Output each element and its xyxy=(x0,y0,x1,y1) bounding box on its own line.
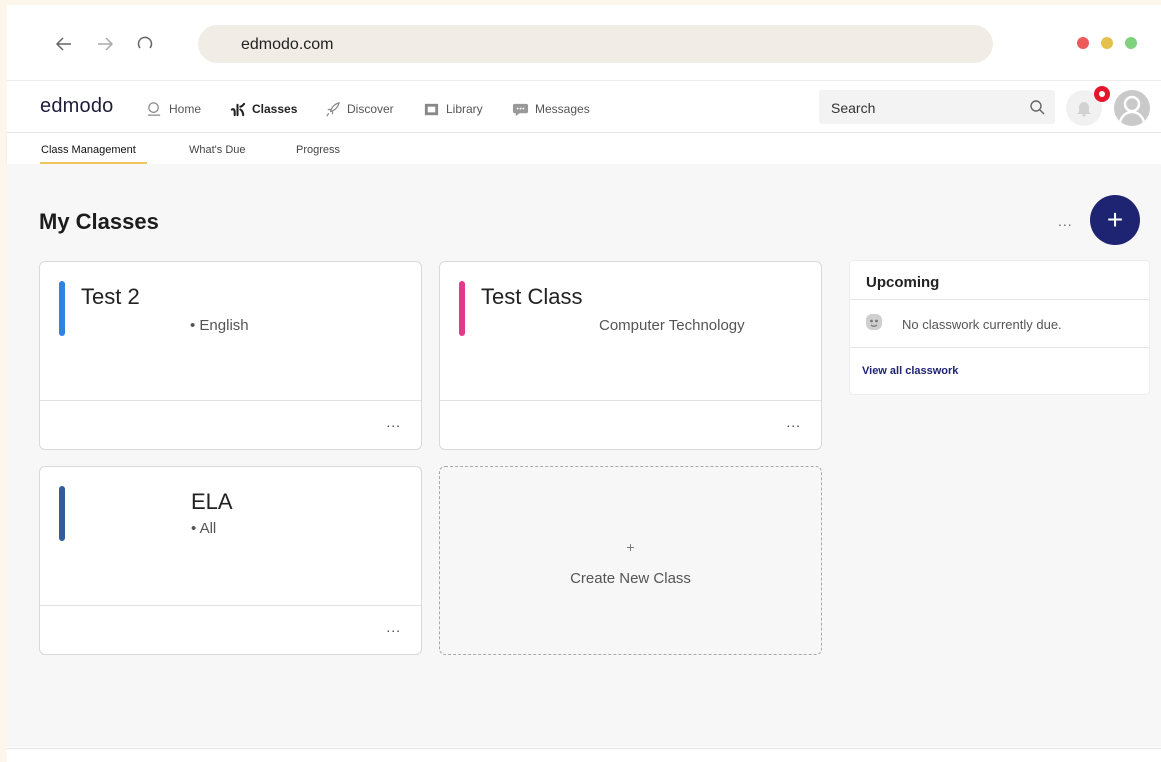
classes-icon xyxy=(230,102,246,116)
maximize-window-dot[interactable] xyxy=(1125,37,1137,49)
reload-icon xyxy=(137,36,153,49)
more-options-button[interactable]: ... xyxy=(1058,213,1073,229)
nav-discover-label: Discover xyxy=(347,102,394,116)
class-subject: • All xyxy=(191,520,217,537)
forward-button[interactable] xyxy=(92,31,118,57)
panel-divider xyxy=(850,347,1149,348)
messages-icon xyxy=(512,103,529,116)
avatar[interactable] xyxy=(1114,90,1150,126)
back-button[interactable] xyxy=(51,31,77,57)
arrow-right-icon xyxy=(98,37,114,51)
browser-window: edmodo.com edmodo Home Classes Discover … xyxy=(7,5,1161,762)
arrow-left-icon xyxy=(55,37,71,51)
nav-home-label: Home xyxy=(169,102,202,116)
class-name[interactable]: Test 2 xyxy=(81,284,140,310)
browser-toolbar: edmodo.com xyxy=(7,5,1161,81)
class-name[interactable]: Test Class xyxy=(481,284,582,310)
card-divider xyxy=(40,605,421,606)
search-placeholder: Search xyxy=(831,100,876,116)
class-options-button[interactable]: ... xyxy=(786,414,801,430)
rocket-icon xyxy=(326,101,340,116)
bell-icon xyxy=(1077,102,1091,117)
class-card-test-class[interactable]: Test Class Computer Technology ... xyxy=(439,261,822,450)
search-input[interactable]: Search xyxy=(819,90,1055,124)
class-color-bar xyxy=(459,281,465,336)
sub-navigation: Class Management What's Due Progress xyxy=(7,134,1161,164)
no-classwork-text: No classwork currently due. xyxy=(902,317,1062,332)
plus-icon: + xyxy=(626,539,635,555)
upcoming-title: Upcoming xyxy=(866,274,940,291)
notification-badge xyxy=(1094,86,1110,102)
create-new-class-label: Create New Class xyxy=(570,570,691,587)
nav-library-label: Library xyxy=(446,102,483,116)
card-divider xyxy=(40,400,421,401)
tab-class-management[interactable]: Class Management xyxy=(41,144,136,156)
app-header: edmodo Home Classes Discover Library Mes… xyxy=(7,82,1161,133)
class-name[interactable]: ELA xyxy=(191,489,233,515)
footer-divider xyxy=(7,748,1161,749)
nav-home[interactable]: Home xyxy=(146,100,201,118)
nav-classes-label: Classes xyxy=(252,102,298,116)
nav-messages-label: Messages xyxy=(535,102,590,116)
create-new-class-card[interactable]: + Create New Class xyxy=(439,466,822,655)
tab-progress[interactable]: Progress xyxy=(296,144,340,156)
url-text: edmodo.com xyxy=(241,36,334,53)
class-options-button[interactable]: ... xyxy=(386,619,401,635)
edmodo-logo[interactable]: edmodo xyxy=(40,95,113,118)
class-options-button[interactable]: ... xyxy=(386,414,401,430)
nav-classes[interactable]: Classes xyxy=(229,100,297,118)
panel-divider xyxy=(850,299,1149,300)
smiley-icon xyxy=(866,314,882,330)
page-title: My Classes xyxy=(39,209,159,234)
reload-button[interactable] xyxy=(132,31,158,57)
add-class-button[interactable]: + xyxy=(1090,195,1140,245)
home-icon xyxy=(147,101,161,116)
class-card-ela[interactable]: ELA • All ... xyxy=(39,466,422,655)
nav-library[interactable]: Library xyxy=(423,100,483,118)
user-icon xyxy=(1118,95,1146,123)
minimize-window-dot[interactable] xyxy=(1101,37,1113,49)
class-color-bar xyxy=(59,281,65,336)
search-icon[interactable] xyxy=(1029,99,1045,115)
close-window-dot[interactable] xyxy=(1077,37,1089,49)
class-color-bar xyxy=(59,486,65,541)
active-tab-indicator xyxy=(40,162,147,164)
card-divider xyxy=(440,400,821,401)
nav-messages[interactable]: Messages xyxy=(512,100,590,118)
main-content: My Classes ... + Test 2 • English ... Te… xyxy=(7,165,1161,747)
address-bar[interactable]: edmodo.com xyxy=(198,25,993,63)
upcoming-panel: Upcoming No classwork currently due. Vie… xyxy=(849,260,1150,395)
view-all-classwork-link[interactable]: View all classwork xyxy=(862,365,958,377)
class-subject: Computer Technology xyxy=(599,317,745,334)
library-icon xyxy=(424,103,439,115)
class-subject: • English xyxy=(190,317,249,334)
tab-whats-due[interactable]: What's Due xyxy=(189,144,246,156)
nav-discover[interactable]: Discover xyxy=(324,100,394,118)
class-card-test-2[interactable]: Test 2 • English ... xyxy=(39,261,422,450)
